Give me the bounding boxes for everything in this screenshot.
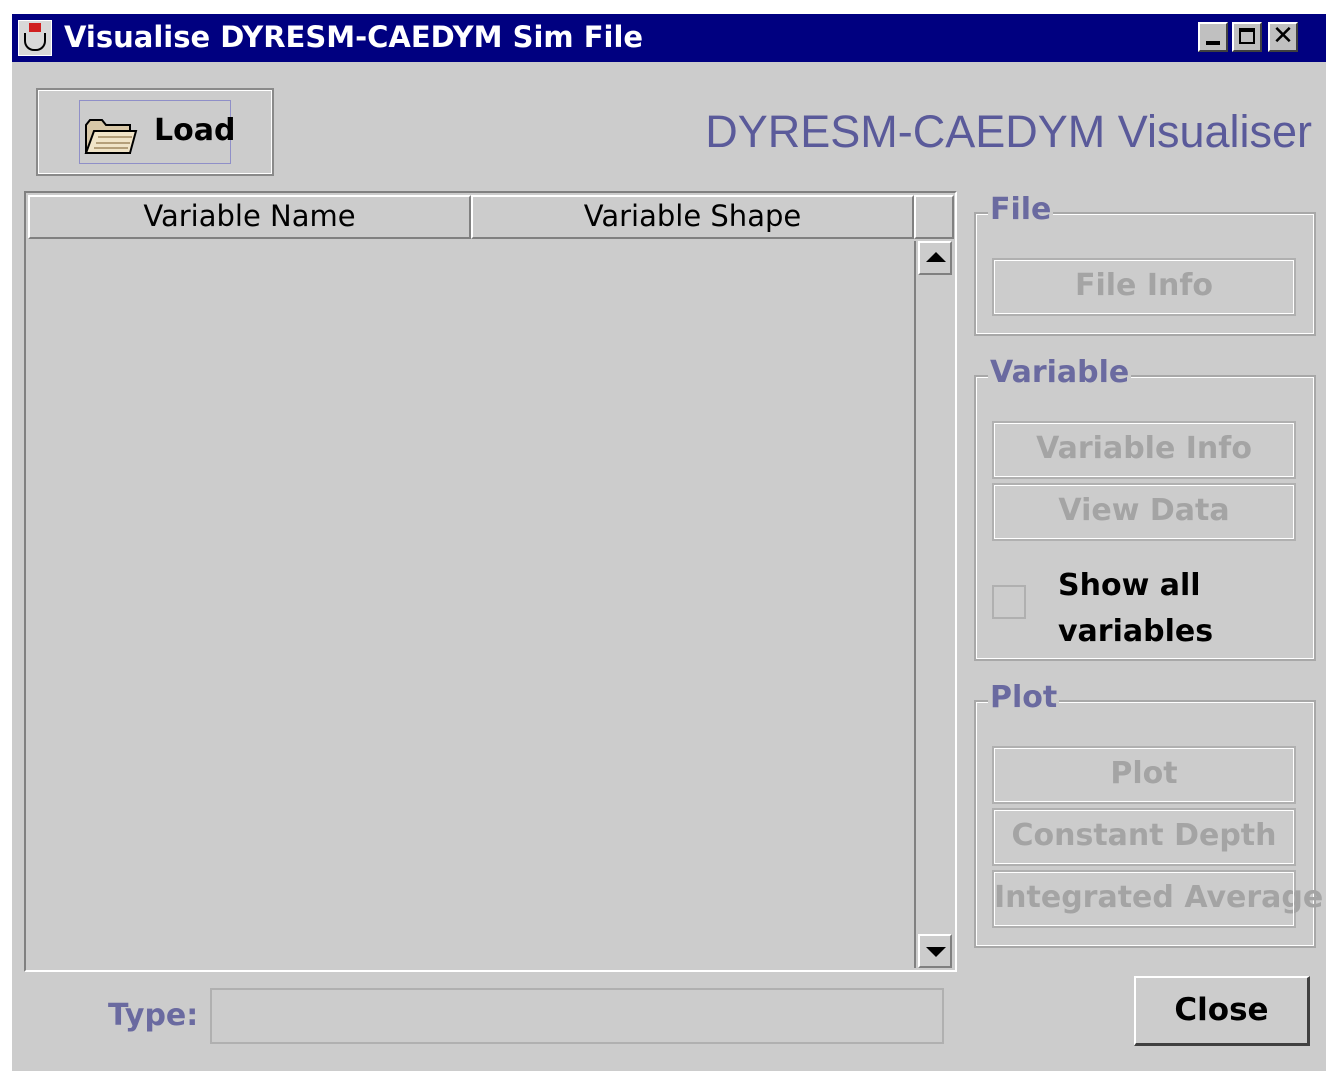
variable-group-title: Variable (988, 355, 1132, 390)
file-info-button[interactable]: File Info (992, 258, 1296, 316)
arrow-down-icon (926, 947, 946, 957)
type-field[interactable] (210, 988, 944, 1044)
vertical-scrollbar[interactable] (914, 241, 954, 968)
load-button[interactable]: Load (79, 100, 235, 164)
constant-depth-button[interactable]: Constant Depth (992, 808, 1296, 866)
table-header: Variable Name Variable Shape (28, 195, 914, 239)
file-group: File File Info (974, 192, 1316, 336)
variable-group: Variable Variable Info View Data Show al… (974, 355, 1316, 661)
view-data-button[interactable]: View Data (992, 483, 1296, 541)
load-panel: Load (36, 88, 274, 176)
column-header-variable-shape[interactable]: Variable Shape (471, 195, 914, 239)
plot-group: Plot Plot Constant Depth Integrated Aver… (974, 680, 1323, 948)
window-title: Visualise DYRESM-CAEDYM Sim File (64, 20, 644, 54)
type-label: Type: (108, 998, 199, 1033)
variable-info-button[interactable]: Variable Info (992, 421, 1296, 479)
java-cup-icon (18, 20, 52, 56)
visualise-window: Visualise DYRESM-CAEDYM Sim File ✕ Load … (0, 0, 1326, 1071)
title-bar[interactable]: Visualise DYRESM-CAEDYM Sim File ✕ (12, 14, 1326, 62)
minimize-button[interactable] (1198, 22, 1228, 52)
folder-open-icon (84, 119, 138, 154)
scroll-up-button[interactable] (918, 241, 952, 275)
table-body[interactable] (28, 241, 914, 968)
show-all-variables-label[interactable]: Show all variables (1058, 563, 1213, 655)
column-header-variable-name[interactable]: Variable Name (28, 195, 471, 239)
close-window-button[interactable]: ✕ (1268, 22, 1298, 52)
app-title: DYRESM-CAEDYM Visualiser (705, 106, 1312, 157)
maximize-button[interactable] (1232, 22, 1262, 52)
show-all-variables-checkbox[interactable] (992, 585, 1026, 619)
table-corner (914, 195, 954, 239)
arrow-up-icon (926, 252, 946, 262)
integrated-average-button[interactable]: Integrated Average (992, 870, 1323, 928)
plot-group-title: Plot (988, 680, 1060, 715)
file-group-title: File (988, 192, 1054, 227)
load-button-label: Load (154, 113, 236, 148)
scroll-down-button[interactable] (918, 934, 952, 968)
plot-button[interactable]: Plot (992, 746, 1296, 804)
client-area: Load DYRESM-CAEDYM Visualiser Variable N… (12, 62, 1326, 1071)
variable-table: Variable Name Variable Shape (24, 191, 957, 972)
close-button[interactable]: Close (1134, 976, 1310, 1046)
